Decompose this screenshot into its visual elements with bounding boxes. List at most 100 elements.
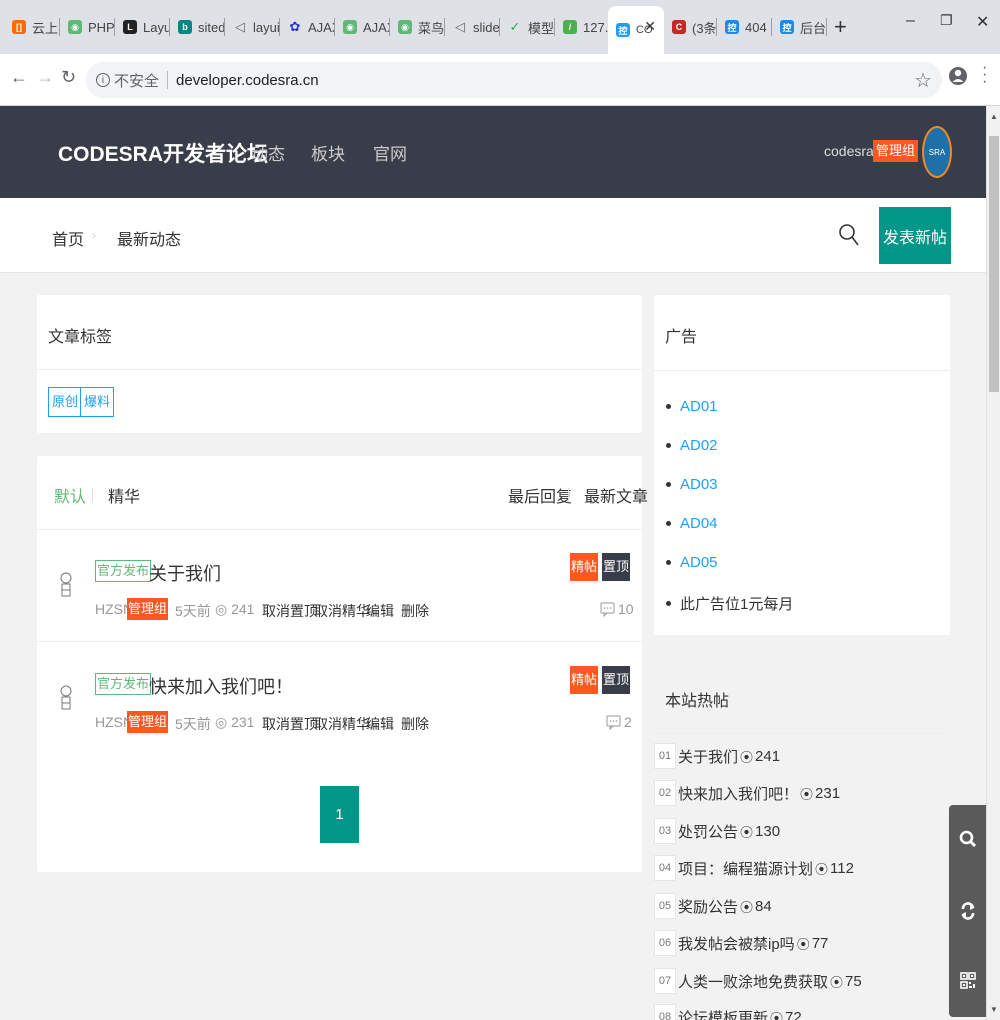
browser-tab[interactable]: ◉ PHP [60,8,115,46]
hot-post-item[interactable]: 06 我发帖会被禁ip吗 ⦿ 77 [654,930,828,956]
hot-post-item[interactable]: 04 项目：编程猫源计划 ⦿ 112 [654,855,854,881]
ads-panel-title: 广告 [665,329,698,346]
page-button-current[interactable]: 1 [320,786,359,843]
ad-item[interactable]: AD05 [666,554,718,571]
filter-default[interactable]: 默认 [54,483,86,507]
hot-post-item[interactable]: 01 关于我们 ⦿ 241 [654,743,780,769]
hot-post-title[interactable]: 人类一败涂地免费获取 [678,971,828,992]
ad-link[interactable]: AD04 [680,515,718,532]
hot-post-item[interactable]: 05 奖励公告 ⦿ 84 [654,893,772,919]
url-text[interactable]: developer.codesra.cn [176,72,319,89]
browser-tab[interactable]: L Layui [115,8,170,46]
browser-tab[interactable]: ✓ 模型 [500,8,555,46]
nav-item-official[interactable]: 官网 [373,140,407,165]
hot-post-title[interactable]: 奖励公告 [678,896,738,917]
comment-icon [606,715,621,730]
ad-link[interactable]: AD05 [680,554,718,571]
back-icon[interactable]: ← [10,67,28,88]
username[interactable]: codesra [824,143,874,159]
unpin-link[interactable]: 取消置顶 [262,601,318,621]
unpin-link[interactable]: 取消置顶 [262,714,318,734]
refresh-icon[interactable] [949,881,987,941]
browser-tab[interactable]: ◁ slider [445,8,500,46]
ad-item[interactable]: AD03 [666,476,718,493]
browser-tab[interactable]: [] 云上 [4,8,60,46]
close-window-icon[interactable]: ✕ [976,12,989,32]
post-views: ◎ 231 [215,714,254,731]
page-scrollbar[interactable]: ▲ ▼ [986,106,1000,1020]
breadcrumb-current: 最新动态 [117,232,182,249]
hot-post-item[interactable]: 07 人类一败涂地免费获取 ⦿ 75 [654,968,862,994]
hot-post-item[interactable]: 08 论坛模板更新 ⦿ 72 [654,1004,802,1020]
new-tab-button[interactable]: + [834,14,847,40]
sort-last-reply[interactable]: 最后回复 [508,483,572,507]
browser-tab[interactable]: ◁ layui [225,8,280,46]
unfeature-link[interactable]: 取消精华 [314,601,370,621]
hot-post-title[interactable]: 关于我们 [678,746,738,767]
post-author-avatar[interactable] [58,683,74,715]
category-label[interactable]: 官方发布 [95,560,152,582]
hot-post-item[interactable]: 02 快来加入我们吧！ ⦿ 231 [654,780,840,806]
scroll-up-icon[interactable]: ▲ [990,112,998,121]
reload-icon[interactable]: ↻ [61,67,76,88]
sort-newest[interactable]: 最新文章 [584,483,648,507]
fixbar-search-icon[interactable] [949,809,987,869]
profile-icon[interactable] [948,64,968,88]
tab-close-icon[interactable]: ✕ [644,18,656,35]
tab-favicon-icon: [] [12,20,26,34]
ad-item[interactable]: AD04 [666,515,718,532]
post-title[interactable]: 快来加入我们吧！ [149,673,293,699]
browser-tab[interactable]: C (3条 [664,8,717,46]
ad-item[interactable]: AD02 [666,437,718,454]
scroll-down-icon[interactable]: ▼ [990,1005,998,1014]
unfeature-link[interactable]: 取消精华 [314,714,370,734]
browser-menu-icon[interactable]: · · · [982,60,987,90]
browser-tab[interactable]: ◉ AJAX [335,8,390,46]
browser-tab[interactable]: ✿ AJAX [280,8,335,46]
hot-post-title[interactable]: 项目：编程猫源计划 [678,858,813,879]
browser-tab[interactable]: b siteda [170,8,225,46]
nav-item-dynamics[interactable]: 动态 [251,140,285,165]
post-author-avatar[interactable] [58,570,74,602]
minimize-icon[interactable]: – [906,12,915,30]
site-logo[interactable]: CODESRA开发者论坛 [58,138,268,168]
info-icon[interactable]: i [96,73,110,87]
scrollbar-thumb[interactable] [989,136,999,392]
hot-post-title[interactable]: 快来加入我们吧！ [678,783,798,804]
category-label[interactable]: 官方发布 [95,673,152,695]
nav-item-boards[interactable]: 板块 [311,140,345,165]
rank-number: 01 [654,743,676,769]
delete-link[interactable]: 删除 [401,714,429,734]
browser-tab[interactable]: 控 后台 [772,8,827,46]
browser-tab[interactable]: / 127.0 [555,8,608,46]
browser-tab[interactable]: 控 404 [717,8,772,46]
post-title[interactable]: 关于我们 [149,560,221,586]
filter-featured[interactable]: 精华 [108,483,140,507]
tag-original[interactable]: 原创 [48,387,83,417]
hot-post-title[interactable]: 我发帖会被禁ip吗 [678,933,795,954]
browser-tab-active[interactable]: 控 CO ✕ [608,6,664,54]
edit-link[interactable]: 编辑 [366,714,394,734]
ad-link[interactable]: AD03 [680,476,718,493]
address-bar[interactable]: i 不安全 developer.codesra.cn ☆ [86,62,942,98]
bookmark-star-icon[interactable]: ☆ [914,68,932,93]
delete-link[interactable]: 删除 [401,601,429,621]
hot-post-title[interactable]: 论坛模板更新 [678,1007,768,1020]
new-post-button[interactable]: 发表新帖 [879,207,951,264]
browser-tab[interactable]: ◉ 菜鸟 [390,8,445,46]
tag-news[interactable]: 爆料 [80,387,115,417]
ad-item[interactable]: AD01 [666,398,718,415]
tab-label: AJAX [363,19,390,35]
breadcrumb-home[interactable]: 首页 [52,226,84,250]
restore-icon[interactable]: ❐ [940,12,953,29]
ad-link[interactable]: AD02 [680,437,718,454]
forward-icon[interactable]: → [36,67,54,88]
rank-number: 07 [654,968,676,994]
hot-post-title[interactable]: 处罚公告 [678,821,738,842]
ad-link[interactable]: AD01 [680,398,718,415]
avatar[interactable]: SRA [922,126,952,178]
search-icon[interactable] [838,222,860,248]
edit-link[interactable]: 编辑 [366,601,394,621]
hot-post-item[interactable]: 03 处罚公告 ⦿ 130 [654,818,780,844]
qrcode-icon[interactable] [949,951,987,1011]
